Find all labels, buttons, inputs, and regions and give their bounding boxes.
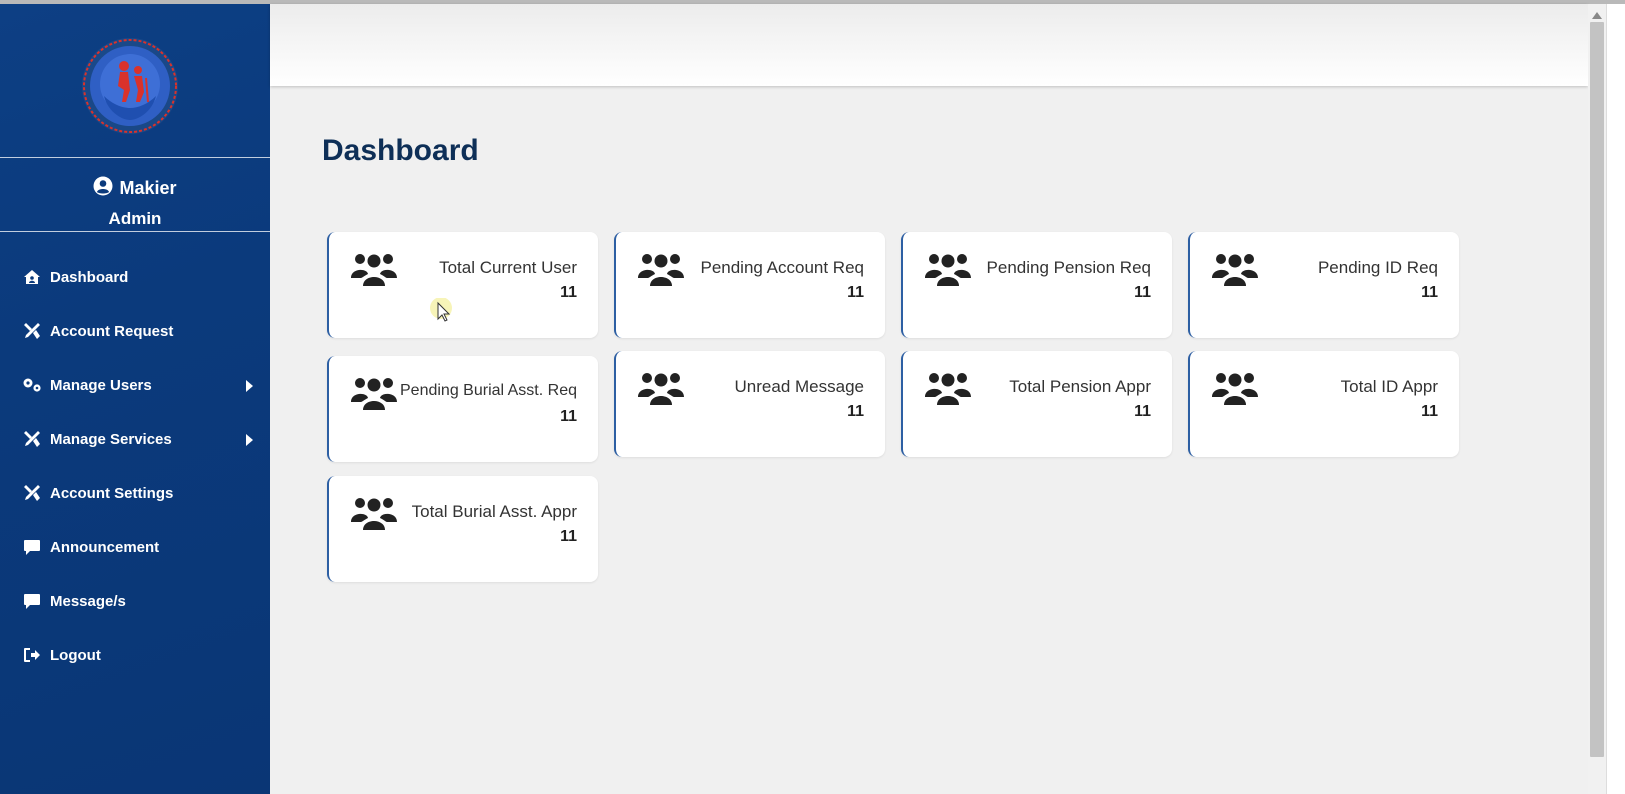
stat-card-pending-account-req[interactable]: Pending Account Req 11 [614, 232, 885, 338]
user-name: Makier [119, 178, 177, 198]
browser-side-panel [1606, 4, 1625, 794]
comment-icon [22, 591, 42, 611]
sidebar-item-label: Logout [50, 646, 101, 664]
stat-card-value: 11 [1421, 403, 1438, 420]
sidebar-item-label: Account Request [50, 322, 174, 340]
stat-card-value: 11 [560, 284, 577, 301]
stat-card-label: Total ID Appr [1340, 377, 1438, 396]
home-icon [22, 267, 42, 287]
comment-icon [22, 537, 42, 557]
sidebar: Makier Admin Dashboard Account Request M… [0, 4, 270, 794]
users-icon [925, 250, 971, 290]
user-role: Admin [108, 209, 162, 228]
users-icon [1212, 369, 1258, 409]
caret-right-icon [246, 434, 253, 446]
users-icon [638, 250, 684, 290]
sidebar-item-manage-services[interactable]: Manage Services [0, 412, 270, 466]
stat-card-label: Pending Burial Asst. Req [400, 382, 577, 399]
sidebar-item-logout[interactable]: Logout [0, 628, 270, 682]
stat-card-value: 11 [847, 284, 864, 301]
stat-card-value: 11 [1421, 284, 1438, 301]
stat-card-label: Pending Account Req [700, 258, 864, 277]
sidebar-nav: Dashboard Account Request Manage Users M… [0, 250, 270, 682]
sidebar-item-label: Dashboard [50, 268, 129, 286]
sidebar-item-label: Manage Services [50, 430, 172, 448]
stat-card-value: 11 [560, 528, 577, 545]
tools-icon [22, 321, 42, 341]
stat-card-label: Total Current User [439, 258, 577, 277]
stat-card-total-pension-appr[interactable]: Total Pension Appr 11 [901, 351, 1172, 457]
stat-card-unread-message[interactable]: Unread Message 11 [614, 351, 885, 457]
users-icon [925, 369, 971, 409]
stat-card-label: Pending ID Req [1317, 258, 1438, 277]
tools-icon [22, 429, 42, 449]
stat-card-label: Total Burial Asst. Appr [411, 502, 577, 521]
cogs-icon [22, 375, 42, 395]
sidebar-item-dashboard[interactable]: Dashboard [0, 250, 270, 304]
sidebar-divider [0, 157, 270, 158]
users-icon [351, 494, 397, 534]
tools-icon [22, 483, 42, 503]
stat-card-total-id-appr[interactable]: Total ID Appr 11 [1188, 351, 1459, 457]
stat-card-value: 11 [1134, 403, 1151, 420]
stat-card-label: Pending Pension Req [986, 258, 1151, 277]
stat-card-value: 11 [847, 403, 864, 420]
sidebar-item-label: Announcement [50, 538, 160, 556]
stat-card-label: Total Pension Appr [1009, 377, 1151, 396]
users-icon [638, 369, 684, 409]
page-title: Dashboard [322, 134, 479, 167]
user-profile: Makier Admin [0, 176, 270, 229]
caret-right-icon [246, 380, 253, 392]
vertical-scrollbar[interactable] [1588, 4, 1606, 794]
stat-card-pending-id-req[interactable]: Pending ID Req 11 [1188, 232, 1459, 338]
sidebar-item-account-settings[interactable]: Account Settings [0, 466, 270, 520]
top-header-bar [270, 4, 1588, 86]
stat-card-label: Unread Message [734, 377, 864, 396]
sidebar-item-manage-users[interactable]: Manage Users [0, 358, 270, 412]
sidebar-item-label: Message/s [50, 592, 126, 610]
scrollbar-thumb[interactable] [1590, 22, 1604, 757]
stat-card-value: 11 [1134, 284, 1151, 301]
sidebar-item-announcement[interactable]: Announcement [0, 520, 270, 574]
organization-logo [78, 34, 182, 138]
stat-card-pending-burial-asst-req[interactable]: Pending Burial Asst. Req 11 [327, 356, 598, 462]
users-icon [351, 374, 397, 414]
sign-out-icon [22, 645, 42, 665]
sidebar-item-messages[interactable]: Message/s [0, 574, 270, 628]
users-icon [351, 250, 397, 290]
mouse-cursor-icon [430, 297, 456, 324]
stat-card-total-burial-asst-appr[interactable]: Total Burial Asst. Appr 11 [327, 476, 598, 582]
sidebar-item-label: Manage Users [50, 376, 152, 394]
stat-card-total-current-user[interactable]: Total Current User 11 [327, 232, 598, 338]
stat-card-value: 11 [560, 408, 577, 425]
user-circle-icon [93, 176, 113, 201]
stat-card-pending-pension-req[interactable]: Pending Pension Req 11 [901, 232, 1172, 338]
sidebar-divider [0, 231, 270, 232]
users-icon [1212, 250, 1258, 290]
scroll-up-arrow-icon[interactable] [1592, 12, 1602, 19]
sidebar-item-account-request[interactable]: Account Request [0, 304, 270, 358]
sidebar-item-label: Account Settings [50, 484, 174, 502]
